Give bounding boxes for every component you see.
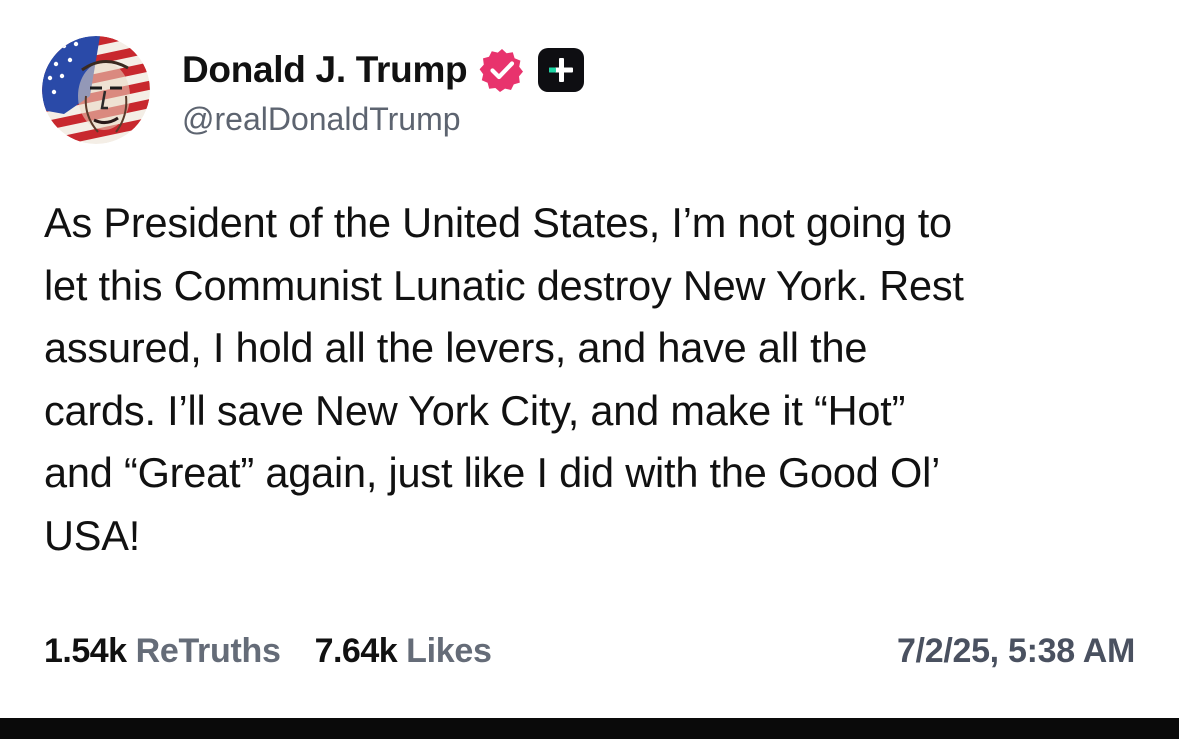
retruths-label: ReTruths (135, 631, 281, 670)
author-avatar[interactable] (42, 36, 150, 144)
retruths-count: 1.54k (44, 631, 127, 670)
flag-portrait-avatar-icon (42, 36, 150, 144)
verified-badge-icon (479, 47, 525, 93)
author-display-name[interactable]: Donald J. Trump (182, 49, 468, 91)
truth-plus-icon (537, 47, 585, 93)
likes-stat[interactable]: 7.64k Likes (315, 632, 492, 671)
author-handle[interactable]: @realDonaldTrump (182, 101, 461, 138)
post-card: Donald J. Trump @realDonaldTrump As Pres… (0, 0, 1179, 718)
post-stats: 1.54k ReTruths 7.64k Likes (44, 626, 492, 676)
author-name-row: Donald J. Trump (182, 44, 585, 96)
bottom-black-bar (0, 718, 1179, 739)
likes-count: 7.64k (314, 631, 398, 670)
retruths-stat[interactable]: 1.54k ReTruths (44, 632, 281, 671)
likes-label: Likes (406, 631, 492, 670)
post-body-text: As President of the United States, I’m n… (44, 199, 964, 559)
post-timestamp[interactable]: 7/2/25, 5:38 AM (897, 626, 1135, 676)
